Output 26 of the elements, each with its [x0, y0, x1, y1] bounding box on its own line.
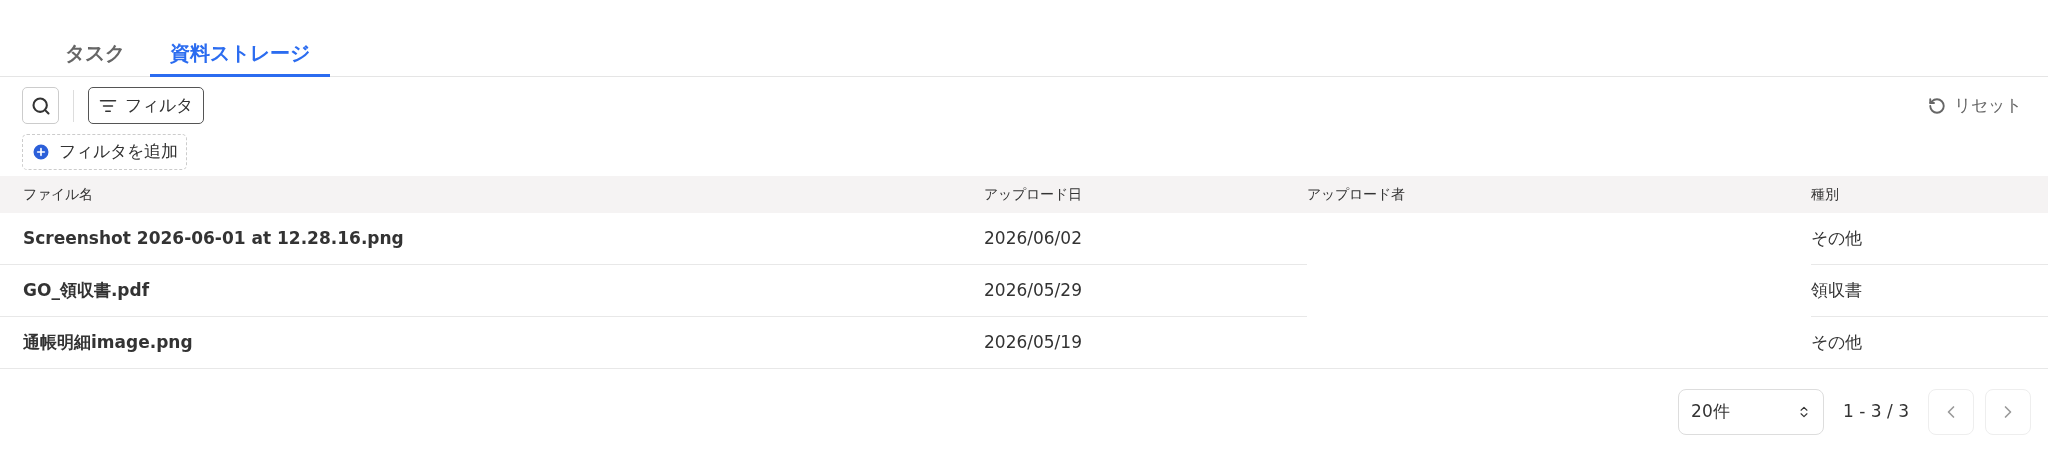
reset-button[interactable]: リセット [1928, 92, 2022, 119]
tab[interactable]: 資料ストレージ [150, 38, 330, 77]
table-cell-text: その他 [1811, 330, 1862, 354]
table-cell-text: 領収書 [1811, 278, 1862, 302]
column-header: ファイル名 [23, 186, 93, 202]
table-cell-text: 2026/05/19 [984, 330, 1082, 354]
plus-icon [31, 142, 51, 162]
tab[interactable]: タスク [45, 38, 145, 77]
filter-button[interactable]: フィルタ [88, 87, 204, 124]
table-cell-text: 通帳明細image.png [23, 330, 193, 354]
previous-page-button[interactable] [1928, 389, 1974, 435]
column-header: アップロード者 [1307, 186, 1405, 202]
search-button[interactable] [22, 87, 59, 124]
column-header: 種別 [1811, 186, 1839, 202]
reset-icon [1928, 96, 1946, 115]
search-icon [30, 95, 51, 116]
table-cell-text: その他 [1811, 226, 1862, 250]
page-range: 1 - 3 / 3 [1843, 400, 1909, 424]
table-cell-text: 2026/05/29 [984, 278, 1082, 302]
next-page-button[interactable] [1985, 389, 2031, 435]
add-filter-button[interactable]: フィルタを追加 [22, 134, 187, 170]
table-cell-text: GO_領収書.pdf [23, 278, 150, 302]
table-cell-text: 2026/06/02 [984, 226, 1082, 250]
table-cell-text: Screenshot 2026-06-01 at 12.28.16.png [23, 226, 404, 250]
column-header: アップロード日 [984, 186, 1082, 202]
page-size-select[interactable]: 20件 [1678, 389, 1825, 435]
